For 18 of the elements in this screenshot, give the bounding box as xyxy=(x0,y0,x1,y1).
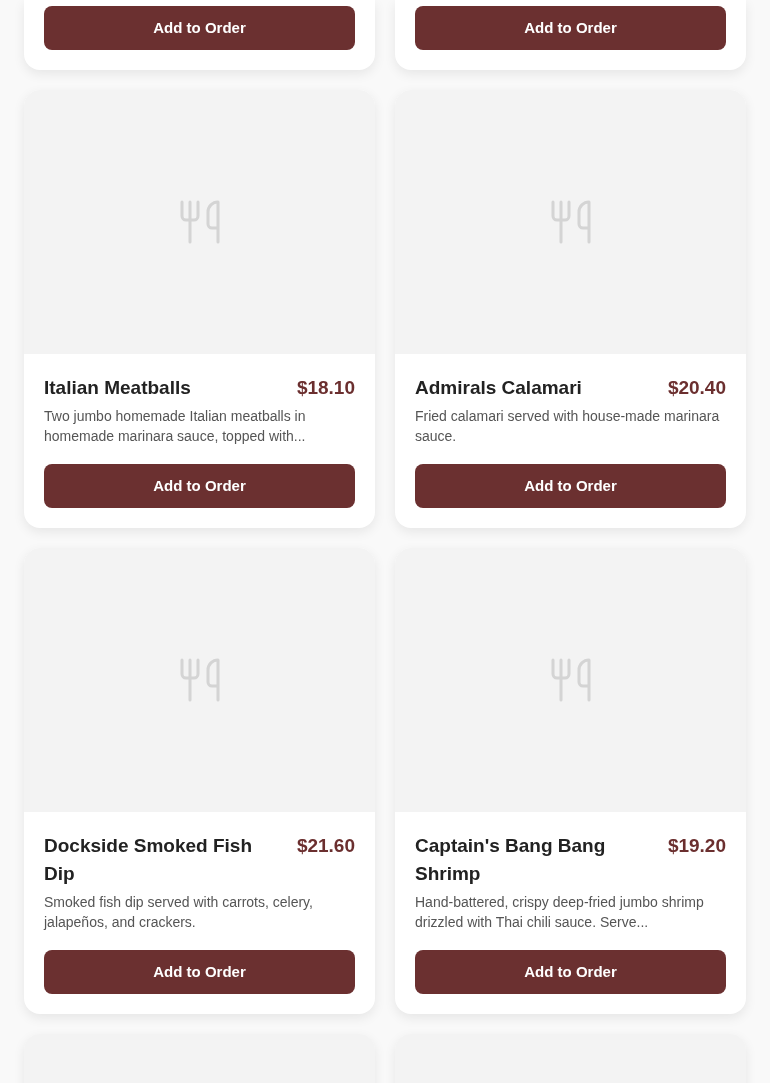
item-description: Two jumbo homemade Italian meatballs in homemade marinara sauce, topped with... xyxy=(44,407,307,446)
item-name: Italian Meatballs xyxy=(44,376,191,400)
item-description: Smoked fish dip served with carrots, celery, jalapeños, and crackers. xyxy=(44,893,314,932)
add-to-order-button[interactable]: Add to Order xyxy=(415,950,726,994)
item-price: $19.20 xyxy=(667,834,726,858)
item-name: Admirals Calamari xyxy=(415,376,582,400)
item-description: Fried calamari served with house-made marinara sauce. xyxy=(415,407,721,446)
add-to-order-button[interactable]: Add to Order xyxy=(415,6,726,50)
item-price: $18.10 xyxy=(296,376,355,400)
item-price: $20.40 xyxy=(667,376,726,400)
item-description: Hand-battered, crispy deep-fried jumbo shrimp drizzled with Thai chili sauce. Serve... xyxy=(415,893,705,932)
item-price: $21.60 xyxy=(296,834,355,858)
item-name: Dockside Smoked Fish Dip xyxy=(44,834,253,886)
item-name: Captain's Bang Bang Shrimp xyxy=(415,834,607,886)
add-to-order-button[interactable]: Add to Order xyxy=(44,950,355,994)
add-to-order-button[interactable]: Add to Order xyxy=(44,464,355,508)
add-to-order-button[interactable]: Add to Order xyxy=(44,6,355,50)
add-to-order-button[interactable]: Add to Order xyxy=(415,464,726,508)
